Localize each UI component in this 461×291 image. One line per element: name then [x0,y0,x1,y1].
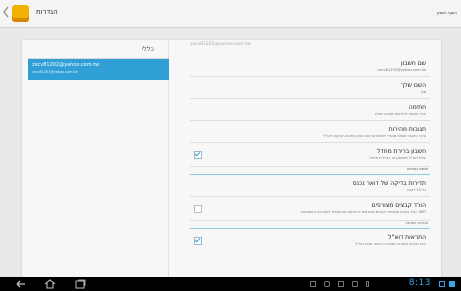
setting-title: תדירות בדיקה של דואר נכנס [352,180,426,187]
default-account-checkbox[interactable] [194,151,202,159]
setting-title: חתימה [408,104,426,111]
section-label: שימוש בנתונים [407,167,428,171]
account-item-email: zxcv81202@yahoo.com.tw [32,62,100,68]
battery-icon [449,281,455,287]
download-attachments-checkbox[interactable] [194,205,202,213]
account-email-header: zxcv81202@yahoo.com.tw [190,42,251,47]
setting-account-name[interactable]: שם חשבון zxcv81202@yahoo.com.tw [190,55,430,77]
setting-email-notifications[interactable]: התראות דוא"ל הצג הודעה בשורת המערכת כאשר… [190,229,430,253]
back-icon[interactable] [3,6,9,18]
accounts-list: כללי zxcv81202@yahoo.com.tw zxcv81202@ya… [22,40,169,280]
setting-title: שם חשבון [400,60,426,67]
setting-title: השם שלך [401,82,426,89]
settings-panel: כללי zxcv81202@yahoo.com.tw zxcv81202@ya… [22,40,441,280]
section-header-notifications: הגדרות התראה [190,221,430,229]
setting-subtitle: ערוך טקסט שאתה מוסיף לעתים קרובות בזמן כ… [323,134,426,138]
setting-title: תגובות מהירות [388,126,426,133]
account-settings-form: שם חשבון zxcv81202@yahoo.com.tw השם שלך … [190,55,430,253]
setting-quick-responses[interactable]: תגובות מהירות ערוך טקסט שאתה מוסיף לעתים… [190,121,430,143]
download-icon [352,281,358,287]
usb-icon [366,281,369,287]
setting-title: הורד קבצים מצורפים [371,202,426,209]
setting-subtitle: שלח דוא"ל מחשבון זה כברירת מחדל [369,156,426,160]
setting-inbox-check-frequency[interactable]: תדירות בדיקה של דואר נכנס כל 15 דקות [190,175,430,197]
setting-default-account[interactable]: חשבון ברירת מחדל שלח דוא"ל מחשבון זה כבר… [190,143,430,167]
add-account-button[interactable]: הוסף חשבון [437,10,457,15]
general-header[interactable]: כללי [142,45,154,53]
section-label: הגדרות התראה [405,221,428,225]
account-item-selected[interactable]: zxcv81202@yahoo.com.tw zxcv81202@yahoo.c… [28,59,169,80]
setting-subtitle: Qq [420,90,426,94]
section-header-data-usage: שימוש בנתונים [190,167,430,175]
page-title: הגדרות [36,8,58,16]
email-notifications-checkbox[interactable] [194,237,202,245]
setting-subtitle: כל 15 דקות [407,188,426,192]
setting-subtitle: הורד באופן אוטומטי קבצים מצורפים להודעות… [301,210,426,214]
setting-subtitle: zxcv81202@yahoo.com.tw [377,68,426,72]
wifi-icon [439,281,445,287]
setting-download-attachments[interactable]: הורד קבצים מצורפים הורד באופן אוטומטי קב… [190,197,430,221]
account-item-sub: zxcv81202@yahoo.com.tw [32,70,78,74]
setting-subtitle: צרף טקסט להודעות שאתה שולח [374,112,426,116]
setting-signature[interactable]: חתימה צרף טקסט להודעות שאתה שולח [190,99,430,121]
home-nav-icon[interactable] [44,279,56,289]
setting-your-name[interactable]: השם שלך Qq [190,77,430,99]
action-bar: הגדרות הוסף חשבון [0,0,461,28]
setting-subtitle: הצג הודעה בשורת המערכת כאשר מגיע דוא"ל [355,242,426,246]
system-navigation-bar: 8:13 [0,277,461,291]
setting-title: חשבון ברירת מחדל [377,148,426,155]
recent-apps-icon[interactable] [74,279,86,289]
back-nav-icon[interactable] [14,279,28,289]
settings-app-icon[interactable] [12,5,29,22]
sd-card-icon [338,281,344,287]
screenshot-icon[interactable] [310,281,316,287]
status-clock[interactable]: 8:13 [409,278,431,288]
lock-icon [324,281,330,287]
setting-title: התראות דוא"ל [388,234,426,241]
